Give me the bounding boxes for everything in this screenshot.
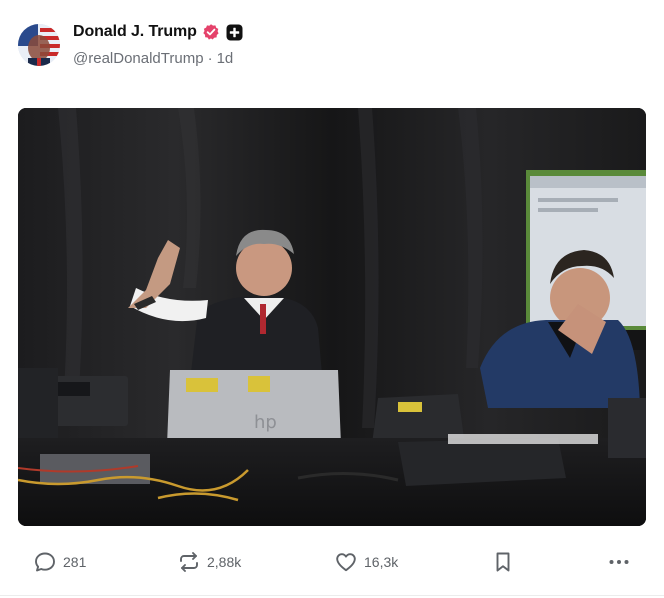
post-card: Donald J. Trump @realDonaldTrump · 1d hp… [0, 0, 664, 598]
verified-badge-icon [203, 24, 219, 40]
bookmark-icon [496, 552, 510, 572]
reply-button[interactable]: 281 [33, 549, 86, 575]
repost-button[interactable]: 2,88k [177, 549, 241, 575]
like-button[interactable]: 16,3k [334, 549, 398, 575]
meta-separator: · [207, 50, 213, 67]
author-display-name[interactable]: Donald J. Trump [73, 23, 197, 41]
like-count: 16,3k [364, 554, 399, 570]
post-photo[interactable]: hp [18, 108, 646, 526]
reply-icon [35, 552, 55, 572]
author-avatar[interactable] [18, 24, 60, 66]
more-icon [609, 560, 629, 564]
author-handle[interactable]: @realDonaldTrump [73, 50, 204, 67]
reply-count: 281 [63, 554, 87, 570]
svg-text:hp: hp [254, 412, 277, 433]
author-meta-row: @realDonaldTrump · 1d [73, 50, 233, 67]
more-options-button[interactable] [607, 549, 631, 575]
plus-badge-icon [226, 24, 243, 40]
post-age[interactable]: 1d [217, 50, 234, 67]
bookmark-button[interactable] [491, 549, 515, 575]
post-divider [0, 595, 664, 596]
repost-count: 2,88k [207, 554, 242, 570]
author-name-row: Donald J. Trump [73, 22, 243, 42]
repost-icon [180, 552, 198, 572]
heart-icon [336, 553, 356, 572]
post-action-bar: 281 2,88k 16,3k [0, 540, 664, 584]
